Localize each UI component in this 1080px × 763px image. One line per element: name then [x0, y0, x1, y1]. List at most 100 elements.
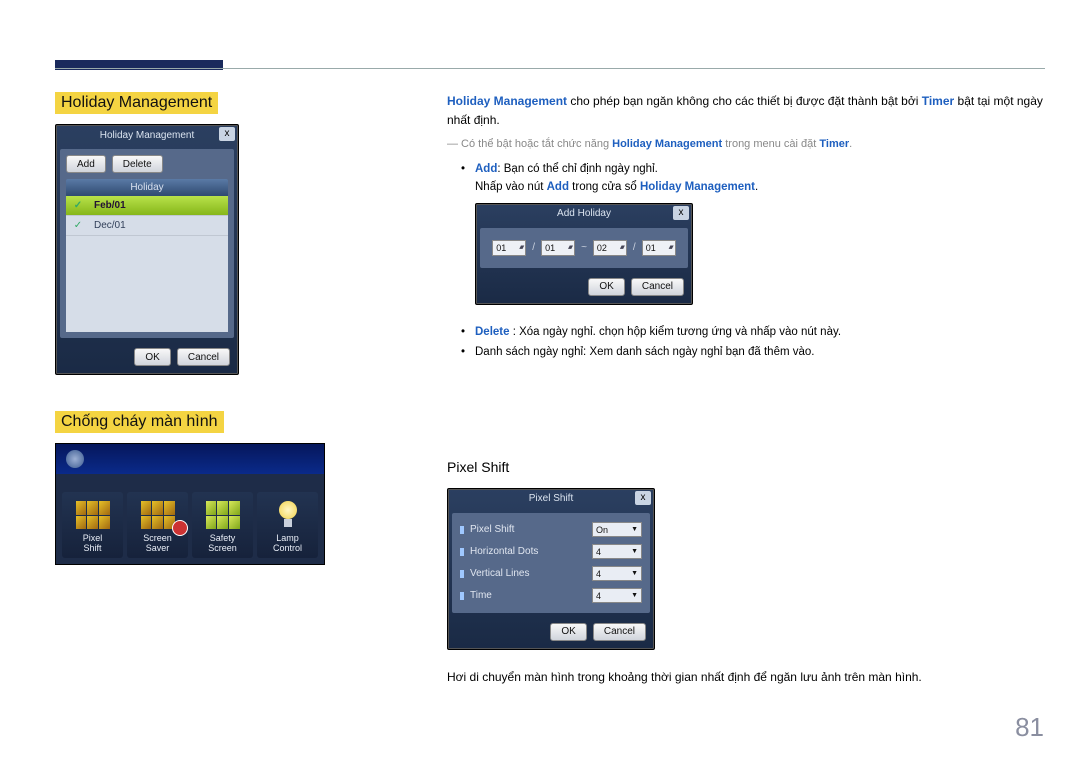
ok-button[interactable]: OK [550, 623, 586, 641]
month-end-spinner[interactable]: 02▴▾ [593, 240, 627, 256]
slash: / [532, 240, 535, 256]
list-row[interactable]: ✓ Feb/01 [66, 196, 228, 216]
dropdown-vertical-lines[interactable]: 4▼ [592, 566, 642, 581]
setting-row-time: Time 4▼ [458, 585, 644, 607]
dropdown-time[interactable]: 4▼ [592, 588, 642, 603]
checkbox-icon[interactable]: ✓ [66, 200, 90, 211]
chevron-down-icon: ▼ [631, 590, 638, 601]
add-button[interactable]: Add [66, 155, 106, 173]
text: : Xóa ngày nghỉ. chọn hộp kiểm tương ứng… [510, 326, 842, 338]
setting-row-horizontal-dots: Horizontal Dots 4▼ [458, 541, 644, 563]
dialog-titlebar: Pixel Shift x [448, 489, 654, 509]
marker-icon [460, 548, 464, 556]
section-heading-burn: Chống cháy màn hình [55, 411, 224, 433]
menu-label: Safety Screen [194, 534, 251, 554]
menu-label: Screen Saver [129, 534, 186, 554]
menu-label: Pixel Shift [64, 534, 121, 554]
screenshot-burn-toolbar: Pixel Shift Screen Saver Safety Screen L… [55, 443, 325, 565]
text: ― Có thể bật hoặc tắt chức năng [447, 138, 612, 150]
bullet-delete: Delete : Xóa ngày nghỉ. chọn hộp kiểm tư… [475, 323, 1045, 341]
cancel-button[interactable]: Cancel [593, 623, 646, 641]
dialog-body: Add Delete Holiday ✓ Feb/01 ✓ Dec/01 [60, 149, 234, 338]
text: : Bạn có thể chỉ định ngày nghỉ. [497, 163, 657, 175]
page-number: 81 [1015, 712, 1044, 743]
dropdown-horizontal-dots[interactable]: 4▼ [592, 544, 642, 559]
subheading-pixel-shift: Pixel Shift [447, 456, 1045, 478]
spinner-value: 01 [496, 241, 506, 255]
spinner-value: 01 [545, 241, 555, 255]
bullet-list: Delete : Xóa ngày nghỉ. chọn hộp kiểm tư… [447, 323, 1045, 362]
slash: / [633, 240, 636, 256]
text: Pixel Shift [470, 522, 514, 538]
dialog-title: Pixel Shift [529, 491, 573, 507]
menu-safety-screen[interactable]: Safety Screen [192, 492, 253, 558]
cancel-button[interactable]: Cancel [177, 348, 230, 366]
holiday-note: ― Có thể bật hoặc tắt chức năng Holiday … [447, 136, 1045, 154]
logo-icon [66, 450, 84, 468]
term-timer: Timer [922, 94, 954, 108]
text: Nhấp vào nút [475, 181, 547, 193]
checkbox-icon[interactable]: ✓ [66, 220, 90, 231]
dropdown-value: 4 [596, 589, 601, 603]
text: trong cửa sổ [569, 181, 640, 193]
toolbar-top [56, 444, 324, 474]
left-column: Holiday Management Holiday Management x … [55, 92, 415, 693]
text: . [755, 181, 758, 193]
page-rule [55, 68, 1045, 69]
dialog-body: 01▴▾ / 01▴▾ ~ 02▴▾ / 01▴▾ [480, 228, 688, 268]
close-button[interactable]: x [673, 206, 689, 220]
text: cho phép bạn ngăn không cho các thiết bị… [567, 94, 922, 108]
term-add: Add [547, 181, 569, 193]
pixel-shift-desc: Hơi di chuyển màn hình trong khoảng thời… [447, 668, 1045, 687]
chevron-down-icon: ▼ [631, 546, 638, 557]
dialog-footer: OK Cancel [476, 272, 692, 304]
spinner-value: 02 [597, 241, 607, 255]
holiday-list: ✓ Feb/01 ✓ Dec/01 [66, 196, 228, 332]
spinner-arrows-icon: ▴▾ [669, 242, 672, 253]
setting-label: Vertical Lines [460, 566, 592, 582]
dialog-title: Add Holiday [557, 206, 611, 222]
term-add: Add [475, 163, 497, 175]
term-holiday-management: Holiday Management [612, 138, 722, 150]
menu-screen-saver[interactable]: Screen Saver [127, 492, 188, 558]
term-timer: Timer [819, 138, 849, 150]
ok-button[interactable]: OK [588, 278, 624, 296]
list-row[interactable]: ✓ Dec/01 [66, 216, 228, 236]
term-delete: Delete [475, 326, 510, 338]
menu-lamp-control[interactable]: Lamp Control [257, 492, 318, 558]
screenshot-add-holiday: Add Holiday x 01▴▾ / 01▴▾ ~ 02▴▾ / 01▴▾ … [475, 203, 693, 305]
menu-pixel-shift[interactable]: Pixel Shift [62, 492, 123, 558]
dropdown-value: 4 [596, 567, 601, 581]
setting-label: Pixel Shift [460, 522, 592, 538]
text: . [849, 138, 852, 150]
ok-button[interactable]: OK [134, 348, 170, 366]
dropdown-pixel-shift[interactable]: On▼ [592, 522, 642, 537]
holiday-date: Feb/01 [90, 200, 228, 211]
close-button[interactable]: x [219, 127, 235, 141]
date-range-row: 01▴▾ / 01▴▾ ~ 02▴▾ / 01▴▾ [486, 234, 682, 262]
cancel-button[interactable]: Cancel [631, 278, 684, 296]
delete-button[interactable]: Delete [112, 155, 163, 173]
term-holiday-management: Holiday Management [640, 181, 755, 193]
month-start-spinner[interactable]: 01▴▾ [492, 240, 526, 256]
toolbar-row: Add Delete [66, 155, 228, 173]
text: Horizontal Dots [470, 544, 538, 560]
grid-icon [194, 496, 251, 534]
close-button[interactable]: x [635, 491, 651, 505]
dialog-footer: OK Cancel [56, 342, 238, 374]
spinner-value: 01 [646, 241, 656, 255]
text: Vertical Lines [470, 566, 529, 582]
bullet-list-desc: Danh sách ngày nghỉ: Xem danh sách ngày … [475, 343, 1045, 361]
bulb-icon [259, 496, 316, 534]
dialog-titlebar: Holiday Management x [56, 125, 238, 145]
day-end-spinner[interactable]: 01 ▴▾ [642, 240, 676, 256]
day-start-spinner[interactable]: 01▴▾ [541, 240, 575, 256]
dropdown-value: 4 [596, 545, 601, 559]
bullet-list: Add: Bạn có thể chỉ định ngày nghỉ. Nhấp… [447, 160, 1045, 197]
clock-grid-icon [129, 496, 186, 534]
screenshot-holiday-management: Holiday Management x Add Delete Holiday … [55, 124, 239, 375]
text: Time [470, 588, 492, 604]
setting-label: Time [460, 588, 592, 604]
marker-icon [460, 570, 464, 578]
chevron-down-icon: ▼ [631, 568, 638, 579]
